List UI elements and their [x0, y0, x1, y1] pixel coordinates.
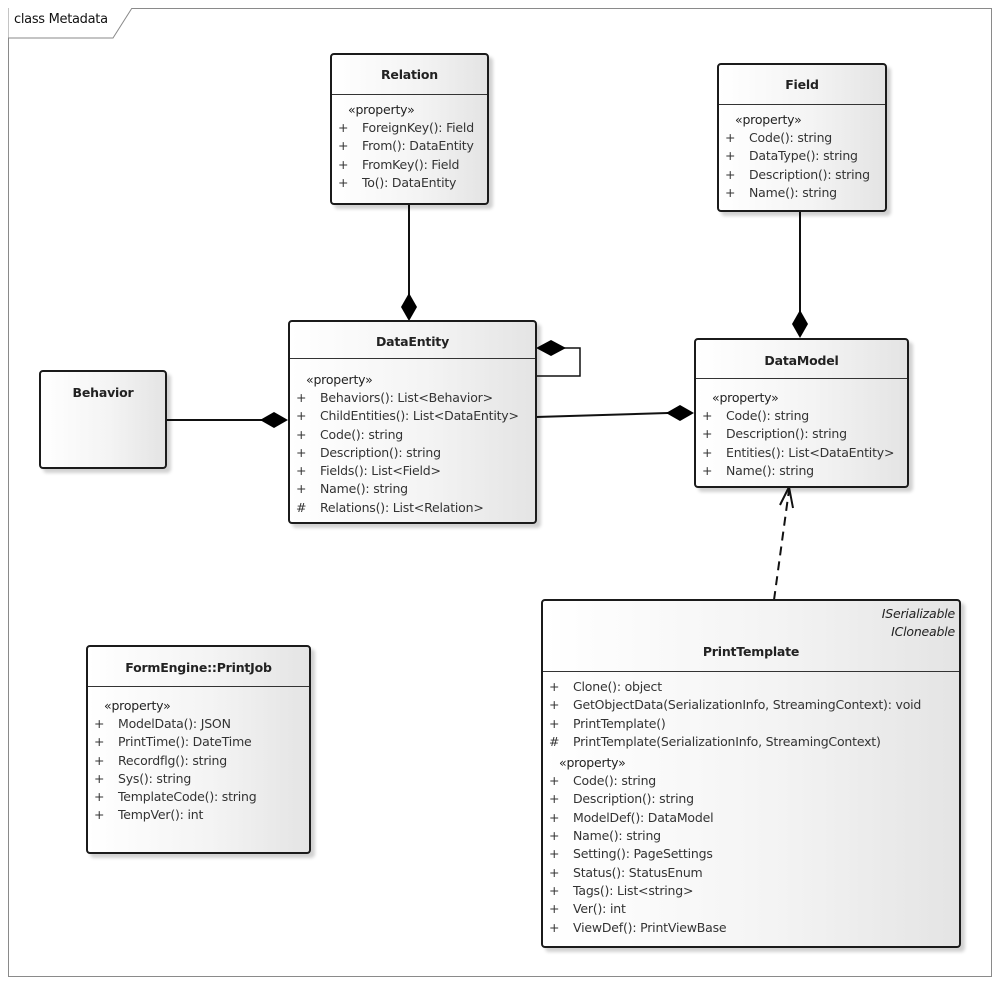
member-row: + Code(): string — [725, 130, 833, 145]
member-row: + Setting(): PageSettings — [549, 846, 713, 862]
interface-label: ISerializable — [881, 606, 955, 621]
member-row: + ModelDef(): DataModel — [549, 809, 714, 825]
class-name: Behavior — [72, 385, 134, 400]
member-row: + Code(): string — [549, 773, 657, 789]
member-row: + Code(): string — [702, 408, 810, 423]
class-printtemplate[interactable]: ISerializable ICloneable PrintTemplate +… — [541, 599, 961, 948]
member-row: + Description(): string — [702, 426, 847, 442]
class-name: PrintTemplate — [702, 644, 800, 659]
member-row: + ForeignKey(): Field — [338, 120, 474, 135]
member-row: + Sys(): string — [94, 770, 192, 786]
class-printjob[interactable]: FormEngine::PrintJob «property» + ModelDa… — [86, 645, 311, 854]
member-row: + TempVer(): int — [94, 807, 204, 823]
stereotype: «property» — [348, 102, 415, 117]
class-name: DataModel — [696, 340, 907, 379]
stereotype: «property» — [104, 698, 171, 713]
member-row: + Description(): string — [725, 166, 870, 182]
member-row: + Name(): string — [702, 462, 814, 478]
member-row: + Name(): string — [296, 481, 408, 497]
member-row: + DataType(): string — [725, 148, 858, 164]
member-row: + Behaviors(): List<Behavior> — [296, 390, 493, 405]
diagram-title: class Metadata — [14, 12, 108, 27]
member-row: + PrintTime(): DateTime — [94, 734, 252, 750]
class-field[interactable]: Field «property» + Code(): string + DataTy… — [717, 63, 887, 212]
member-row: + Name(): string — [549, 828, 661, 844]
member-row: + Code(): string — [296, 426, 404, 442]
member-row: + From(): DataEntity — [338, 138, 474, 154]
member-row: # Relations(): List<Relation> — [296, 499, 484, 515]
member-row: + Description(): string — [296, 444, 441, 460]
interface-label: ICloneable — [891, 624, 955, 639]
class-name: Relation — [332, 55, 487, 95]
member-row: + ChildEntities(): List<DataEntity> — [296, 408, 519, 424]
operation-row: # PrintTemplate(SerializationInfo, Stream… — [549, 733, 881, 749]
member-row: + Name(): string — [725, 184, 837, 200]
member-row: + Tags(): List<string> — [549, 882, 694, 898]
operation-row: + GetObjectData(SerializationInfo, Stream… — [549, 697, 922, 713]
stereotype: «property» — [735, 112, 802, 127]
member-row: + Recordflg(): string — [94, 752, 228, 768]
member-row: + Ver(): int — [549, 901, 626, 917]
member-row: + To(): DataEntity — [338, 174, 457, 190]
member-row: + FromKey(): Field — [338, 156, 460, 172]
member-row: + Fields(): List<Field> — [296, 463, 441, 479]
class-name: Field — [719, 65, 885, 105]
class-name: FormEngine::PrintJob — [88, 647, 309, 687]
class-header: ISerializable ICloneable PrintTemplate — [543, 601, 959, 672]
operation-row: + PrintTemplate() — [549, 715, 666, 731]
class-dataentity[interactable]: DataEntity «property» + Behaviors(): List… — [288, 320, 537, 524]
class-relation[interactable]: Relation «property» + ForeignKey(): Field… — [330, 53, 489, 205]
class-behavior[interactable]: Behavior — [39, 370, 167, 469]
class-datamodel[interactable]: DataModel «property» + Code(): string + De… — [694, 338, 909, 488]
member-row: + Description(): string — [549, 791, 694, 807]
stereotype: «property» — [559, 755, 626, 771]
member-row: + ViewDef(): PrintViewBase — [549, 919, 727, 935]
member-row: + Status(): StatusEnum — [549, 864, 703, 880]
operation-row: + Clone(): object — [549, 679, 662, 694]
member-row: + ModelData(): JSON — [94, 716, 231, 731]
member-row: + Entities(): List<DataEntity> — [702, 444, 895, 460]
class-name: DataEntity — [290, 322, 535, 359]
stereotype: «property» — [306, 372, 373, 387]
member-row: + TemplateCode(): string — [94, 789, 257, 805]
stereotype: «property» — [712, 390, 779, 405]
